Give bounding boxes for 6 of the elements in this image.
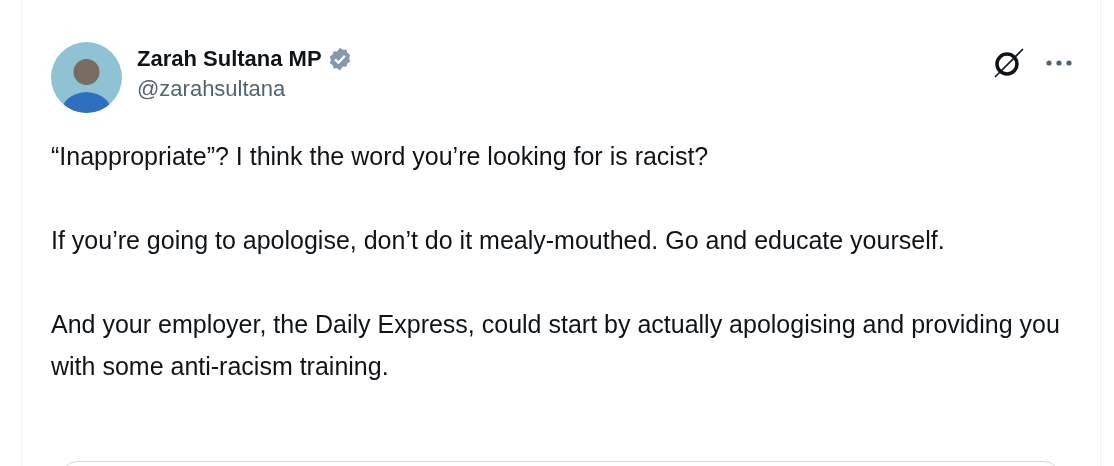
- post-paragraph: And your employer, the Daily Express, could start by actually apologising and providing you with some anti-racism training.: [51, 309, 1061, 382]
- more-options-icon[interactable]: [1046, 60, 1072, 66]
- author-name[interactable]: Zarah Sultana MP: [137, 45, 322, 73]
- author-handle[interactable]: @zarahsultana: [137, 75, 353, 103]
- post-paragraph: If you’re going to apologise, don’t do it mealy-mouthed. Go and educate yourself.: [51, 225, 946, 256]
- post-paragraph: “Inappropriate”? I think the word you’re looking for is racist?: [51, 141, 710, 172]
